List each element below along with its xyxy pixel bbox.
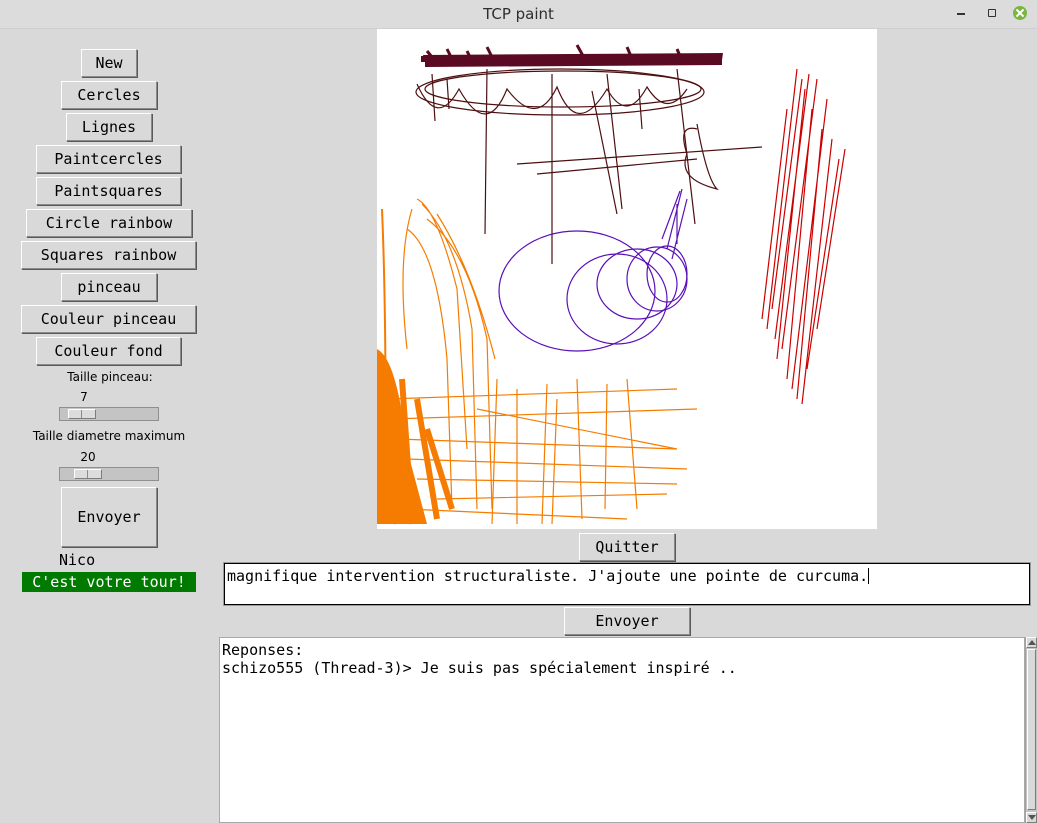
pinceau-button[interactable]: pinceau [61, 273, 157, 301]
responses-area[interactable]: Reponses: schizo555 (Thread-3)> Je suis p… [219, 637, 1025, 823]
title-bar: TCP paint [0, 0, 1037, 29]
drawing-strokes [377, 44, 846, 525]
brush-size-slider[interactable] [59, 407, 159, 421]
squares-rainbow-button[interactable]: Squares rainbow [21, 241, 196, 269]
max-diameter-slider-handle[interactable] [74, 469, 102, 479]
close-icon[interactable] [1013, 6, 1027, 20]
max-diameter-slider[interactable] [59, 467, 159, 481]
brown-strokes [415, 68, 763, 264]
couleur-pinceau-button[interactable]: Couleur pinceau [21, 305, 196, 333]
brush-size-slider-handle[interactable] [68, 409, 96, 419]
max-diameter-value: 20 [80, 450, 96, 464]
send-drawing-button[interactable]: Envoyer [61, 487, 157, 547]
responses-header: Reponses: [222, 641, 304, 659]
red-strokes [761, 68, 846, 405]
maroon-strokes [420, 44, 723, 67]
turn-status-badge: C'est votre tour! [22, 572, 196, 592]
new-button[interactable]: New [81, 49, 137, 77]
send-message-button[interactable]: Envoyer [564, 607, 690, 635]
minimize-icon[interactable] [954, 6, 968, 20]
purple-strokes [498, 188, 688, 352]
text-caret [868, 568, 870, 584]
chat-input-value: magnifique intervention structuraliste. … [227, 567, 869, 585]
quit-button[interactable]: Quitter [579, 533, 675, 561]
max-diameter-label: Taille diametre maximum [32, 429, 186, 443]
window-title: TCP paint [483, 5, 554, 23]
couleur-fond-button[interactable]: Couleur fond [36, 337, 181, 365]
responses-scrollbar[interactable] [1025, 637, 1037, 823]
response-line: schizo555 (Thread-3)> Je suis pas spécia… [222, 659, 737, 677]
circle-rainbow-button[interactable]: Circle rainbow [26, 209, 192, 237]
chat-input[interactable]: magnifique intervention structuraliste. … [223, 562, 1031, 606]
paintcercles-button[interactable]: Paintcercles [36, 145, 181, 173]
brush-size-value: 7 [80, 390, 88, 404]
user-name: Nico [59, 551, 96, 569]
drawing-canvas[interactable] [377, 29, 877, 529]
lignes-button[interactable]: Lignes [66, 113, 152, 141]
cercles-button[interactable]: Cercles [61, 81, 157, 109]
scroll-thumb[interactable] [1027, 649, 1036, 810]
paintsquares-button[interactable]: Paintsquares [36, 177, 181, 205]
restore-icon[interactable] [984, 6, 998, 20]
scroll-down-icon[interactable] [1026, 812, 1037, 823]
scroll-up-icon[interactable] [1026, 637, 1037, 648]
brush-size-label: Taille pinceau: [67, 370, 153, 384]
